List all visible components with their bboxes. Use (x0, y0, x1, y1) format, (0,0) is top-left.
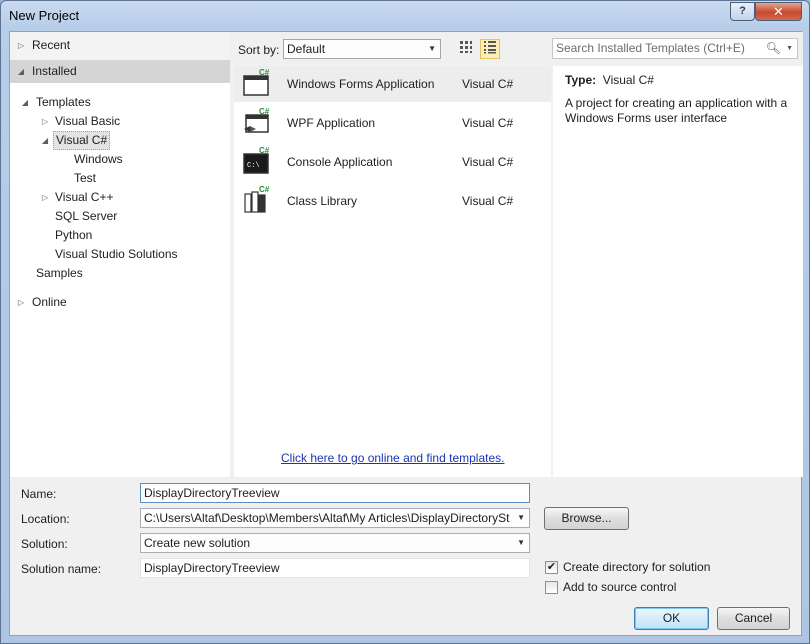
svg-text:C#: C# (259, 107, 270, 116)
create-directory-checkbox[interactable]: ✔ (545, 561, 558, 574)
location-field[interactable]: C:\Users\Altaf\Desktop\Members\Altaf\My … (140, 508, 530, 528)
tree-item-visual-csharp[interactable]: ◢ Visual C# (10, 131, 230, 150)
svg-text:C#: C# (259, 146, 270, 155)
expand-arrow-icon[interactable]: ▷ (16, 36, 26, 55)
template-item-windows-forms[interactable]: C# Windows Forms Application Visual C# (234, 66, 551, 102)
add-source-control-label[interactable]: Add to source control (563, 580, 676, 594)
solution-name-field[interactable]: DisplayDirectoryTreeview (140, 558, 530, 578)
template-description: A project for creating an application wi… (565, 96, 788, 125)
solution-label: Solution: (21, 537, 68, 551)
browse-button[interactable]: Browse... (544, 507, 629, 530)
svg-text:C#: C# (259, 68, 270, 77)
grid-view-icon (460, 41, 472, 53)
tree-item-windows[interactable]: Windows (10, 150, 230, 169)
create-directory-label[interactable]: Create directory for solution (563, 560, 710, 574)
dropdown-arrow-icon[interactable]: ▼ (517, 509, 525, 527)
wpf-icon: C# (244, 107, 270, 133)
template-item-wpf[interactable]: C# WPF Application Visual C# (234, 105, 551, 141)
project-name-field[interactable]: DisplayDirectoryTreeview (140, 483, 530, 503)
collapse-arrow-icon[interactable]: ◢ (40, 131, 50, 150)
cancel-button[interactable]: Cancel (717, 607, 790, 630)
template-type: Type: Visual C# (565, 73, 654, 87)
tree-item-vs-solutions[interactable]: Visual Studio Solutions (10, 245, 230, 264)
add-source-control-checkbox[interactable] (545, 581, 558, 594)
tree-item-templates[interactable]: ◢ Templates (10, 93, 230, 112)
name-label: Name: (21, 487, 57, 501)
sort-by-label: Sort by: (238, 43, 280, 57)
ok-button[interactable]: OK (634, 607, 709, 630)
collapse-arrow-icon[interactable]: ◢ (16, 60, 26, 83)
svg-text:C:\: C:\ (247, 162, 260, 170)
template-toolbar: Sort by: Default ▼ Search Installed Temp… (230, 32, 803, 66)
solution-name-label: Solution name: (21, 562, 102, 576)
expand-arrow-icon[interactable]: ▷ (40, 188, 50, 207)
sort-by-dropdown[interactable]: Default ▼ (283, 39, 441, 59)
new-project-dialog: New Project ? ✕ ▷ Recent ◢ Installed ◢ T… (0, 0, 810, 644)
tree-item-online[interactable]: ▷ Online (10, 293, 230, 312)
search-icon[interactable]: 🔍︎ (766, 39, 781, 58)
expand-arrow-icon[interactable]: ▷ (16, 293, 26, 312)
expand-arrow-icon[interactable]: ▷ (40, 112, 50, 131)
tree-item-python[interactable]: Python (10, 226, 230, 245)
list-view-icon (484, 41, 496, 54)
collapse-arrow-icon[interactable]: ◢ (20, 93, 30, 112)
winforms-icon: C# (243, 68, 270, 96)
tree-item-installed[interactable]: ◢ Installed (10, 60, 230, 83)
search-templates-input[interactable]: Search Installed Templates (Ctrl+E) 🔍︎ ▼ (552, 38, 798, 59)
dropdown-arrow-icon: ▼ (428, 44, 436, 53)
template-item-console[interactable]: C:\ C# Console Application Visual C# (234, 144, 551, 180)
tree-item-visual-cpp[interactable]: ▷ Visual C++ (10, 188, 230, 207)
svg-text:C#: C# (259, 185, 270, 194)
small-icons-view-button[interactable] (456, 39, 476, 59)
tree-item-samples[interactable]: Samples (10, 264, 230, 283)
close-button[interactable]: ✕ (755, 2, 802, 21)
dialog-title: New Project (9, 8, 80, 23)
template-list: C# Windows Forms Application Visual C# C… (234, 66, 551, 477)
location-label: Location: (21, 512, 70, 526)
solution-dropdown[interactable]: Create new solution ▼ (140, 533, 530, 553)
list-view-button[interactable] (480, 39, 500, 59)
help-button[interactable]: ? (730, 2, 755, 21)
class-library-icon: C# (244, 185, 270, 213)
tree-item-sql-server[interactable]: SQL Server (10, 207, 230, 226)
tree-item-test[interactable]: Test (10, 169, 230, 188)
dropdown-arrow-icon[interactable]: ▼ (786, 39, 793, 58)
title-bar: New Project ? ✕ (1, 1, 809, 31)
template-item-class-library[interactable]: C# Class Library Visual C# (234, 183, 551, 219)
template-tree: ▷ Recent ◢ Installed ◢ Templates ▷ Visua… (10, 32, 230, 477)
console-icon: C:\ C# (243, 146, 270, 174)
tree-item-visual-basic[interactable]: ▷ Visual Basic (10, 112, 230, 131)
find-templates-online-link[interactable]: Click here to go online and find templat… (281, 451, 504, 465)
dialog-client-area: ▷ Recent ◢ Installed ◢ Templates ▷ Visua… (9, 31, 803, 636)
template-details: Type: Visual C# A project for creating a… (553, 66, 803, 477)
tree-item-recent[interactable]: ▷ Recent (10, 36, 230, 55)
dropdown-arrow-icon[interactable]: ▼ (517, 534, 525, 552)
